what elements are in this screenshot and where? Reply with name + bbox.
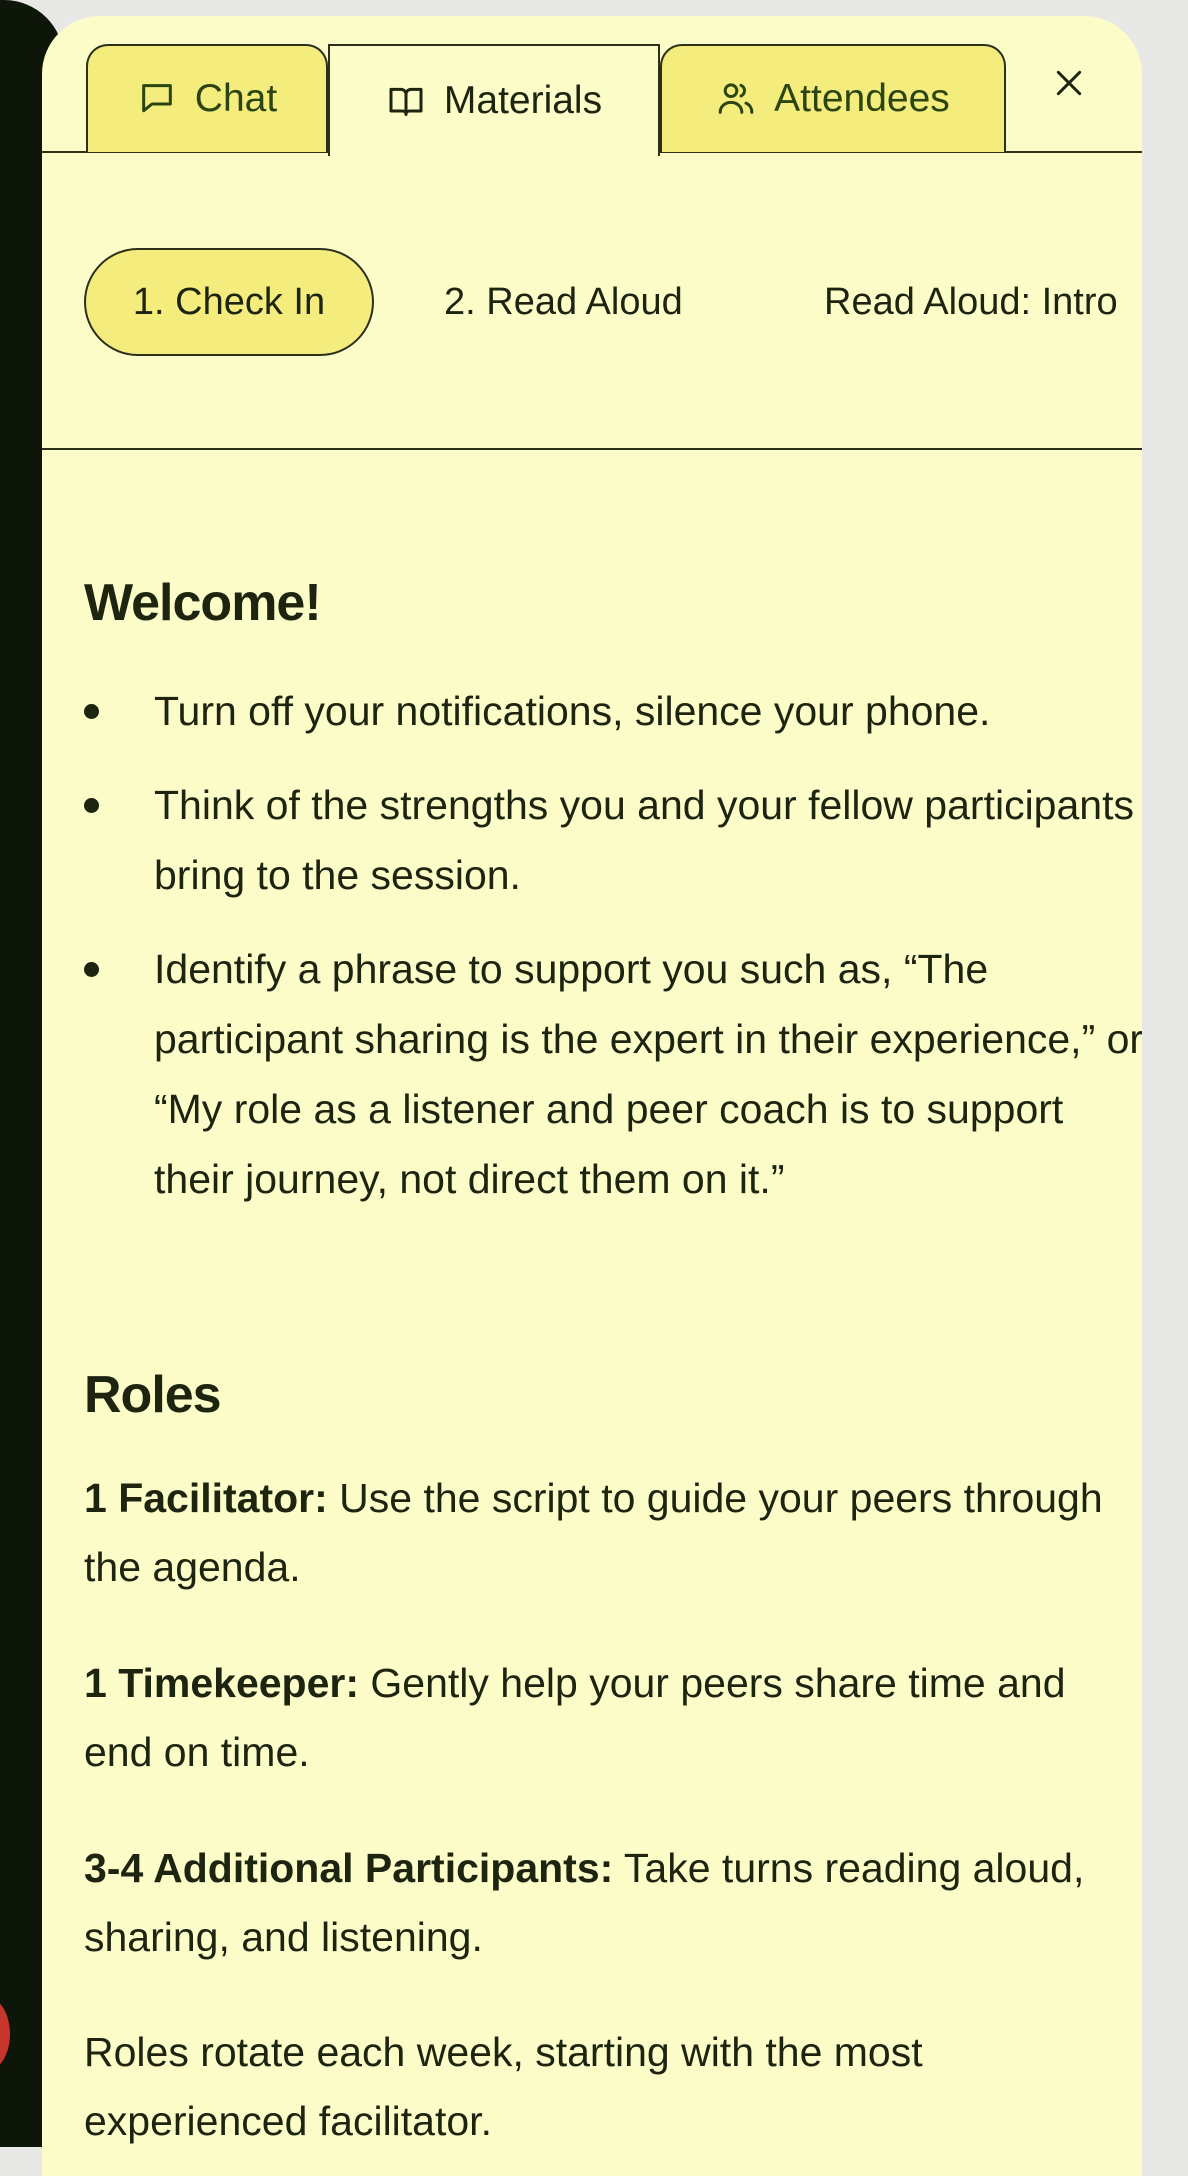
tab-chat-label: Chat	[194, 77, 278, 120]
list-item: Turn off your notifications, silence you…	[84, 676, 1142, 746]
role-timekeeper: 1 Timekeeper: Gently help your peers sha…	[84, 1649, 1124, 1787]
list-item: Think of the strengths you and your fell…	[84, 770, 1142, 910]
role-facilitator: 1 Facilitator: Use the script to guide y…	[84, 1464, 1124, 1602]
tab-attendees[interactable]: Attendees	[660, 44, 1006, 152]
tab-attendees-label: Attendees	[774, 77, 950, 120]
materials-panel: Chat Materials Attendees 1. Check In 2. …	[42, 16, 1142, 2176]
roles-footer: Roles rotate each week, starting with th…	[84, 2029, 923, 2144]
welcome-heading: Welcome!	[84, 574, 322, 632]
step-read-aloud-label: 2. Read Aloud	[444, 280, 683, 323]
chat-bubble-icon	[137, 79, 177, 119]
step-read-aloud-intro-label: Read Aloud: Intro	[824, 280, 1118, 323]
role-title: 1 Facilitator:	[84, 1475, 328, 1521]
tab-chat[interactable]: Chat	[86, 44, 328, 152]
steps-divider	[42, 448, 1142, 450]
roles-heading: Roles	[84, 1366, 222, 1424]
role-participants: 3-4 Additional Participants: Take turns …	[84, 1834, 1124, 1972]
close-icon	[1053, 67, 1085, 104]
list-item: Identify a phrase to support you such as…	[84, 934, 1142, 1214]
step-read-aloud[interactable]: 2. Read Aloud	[444, 248, 683, 356]
step-check-in-label: 1. Check In	[132, 280, 326, 323]
agenda-steps: 1. Check In 2. Read Aloud Read Aloud: In…	[42, 248, 1142, 358]
step-read-aloud-intro[interactable]: Read Aloud: Intro	[824, 248, 1118, 356]
tab-materials[interactable]: Materials	[328, 44, 660, 156]
people-icon	[716, 79, 756, 119]
step-check-in[interactable]: 1. Check In	[84, 248, 374, 356]
role-title: 1 Timekeeper:	[84, 1660, 360, 1706]
close-button[interactable]	[1044, 60, 1094, 110]
welcome-list: Turn off your notifications, silence you…	[84, 676, 1142, 1238]
book-icon	[386, 81, 426, 121]
role-title: 3-4 Additional Participants:	[84, 1845, 614, 1891]
tab-materials-label: Materials	[443, 79, 603, 122]
